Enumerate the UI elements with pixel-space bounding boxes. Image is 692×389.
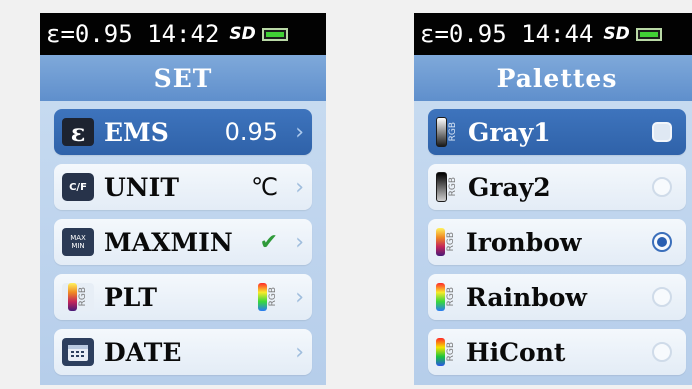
chevron-right-icon: › xyxy=(295,119,304,145)
menu-item-label: PLT xyxy=(104,282,157,312)
calendar-icon xyxy=(62,338,94,366)
chevron-right-icon: › xyxy=(295,174,304,200)
palette-label: HiCont xyxy=(466,337,566,367)
selected-radio[interactable] xyxy=(652,122,672,142)
settings-screen: ε=0.95 14:42 SD SET ε EMS 0.95 › C/F UNI… xyxy=(40,13,326,385)
maxmin-icon-bottom: MIN xyxy=(71,242,85,250)
palette-bar xyxy=(258,283,267,311)
palette-item-rainbow[interactable]: RGB Rainbow xyxy=(428,274,686,320)
page-title: SET xyxy=(40,55,326,101)
battery-icon xyxy=(635,27,662,41)
palette-item-gray2[interactable]: RGB Gray2 xyxy=(428,164,686,210)
palette-item-hicont[interactable]: RGB HiCont xyxy=(428,329,686,375)
current-palette-icon: RGB xyxy=(258,283,278,311)
menu-item-label: MAXMIN xyxy=(104,227,233,257)
rainbow-palette-icon: RGB xyxy=(436,283,456,311)
rgb-tag: RGB xyxy=(448,177,458,197)
radio-button[interactable] xyxy=(652,177,672,197)
menu-item-ems[interactable]: ε EMS 0.95 › xyxy=(54,109,312,155)
palette-label: Gray2 xyxy=(468,172,551,202)
menu-item-maxmin[interactable]: MAX MIN MAXMIN ✔ › xyxy=(54,219,312,265)
palette-bar xyxy=(436,283,445,311)
palette-bar xyxy=(436,172,447,202)
chevron-right-icon: › xyxy=(295,229,304,255)
hicont-palette-icon: RGB xyxy=(436,338,456,366)
palette-item-ironbow[interactable]: RGB Ironbow xyxy=(428,219,686,265)
epsilon-icon: ε xyxy=(62,118,94,147)
palette-label: Gray1 xyxy=(468,117,551,147)
check-icon: ✔ xyxy=(259,229,278,255)
palette-bar xyxy=(68,283,77,311)
palette-item-gray1[interactable]: RGB Gray1 xyxy=(428,109,686,155)
menu-item-unit[interactable]: C/F UNIT ℃ › xyxy=(54,164,312,210)
status-bar: ε=0.95 14:44 SD xyxy=(414,13,692,55)
menu-item-label: EMS xyxy=(104,117,169,147)
battery-icon xyxy=(261,27,288,41)
maxmin-icon: MAX MIN xyxy=(62,228,94,256)
unit-value: ℃ xyxy=(251,173,278,201)
radio-button[interactable] xyxy=(652,342,672,362)
page-title: Palettes xyxy=(414,55,692,101)
rgb-tag: RGB xyxy=(446,342,456,362)
status-bar: ε=0.95 14:42 SD xyxy=(40,13,326,55)
status-text: ε=0.95 14:42 xyxy=(46,20,220,48)
palette-label: Ironbow xyxy=(466,227,582,257)
maxmin-icon-top: MAX xyxy=(70,234,86,242)
palette-bar xyxy=(436,228,445,256)
rgb-tag: RGB xyxy=(446,287,456,307)
menu-item-label: UNIT xyxy=(104,172,179,202)
unit-cf-icon: C/F xyxy=(62,173,94,201)
palettes-menu: RGB Gray1 RGB Gray2 RGB Ironbow RGB Rain… xyxy=(414,101,692,385)
palette-bar xyxy=(436,338,445,366)
menu-item-plt[interactable]: RGB PLT RGB › xyxy=(54,274,312,320)
menu-item-label: DATE xyxy=(104,337,182,367)
palette-bar xyxy=(436,117,447,147)
rgb-tag: RGB xyxy=(448,122,458,142)
rgb-tag: RGB xyxy=(268,287,278,307)
settings-menu: ε EMS 0.95 › C/F UNIT ℃ › MAX MIN MAXMIN… xyxy=(40,101,326,385)
gray2-palette-icon: RGB xyxy=(436,172,458,202)
ironbow-palette-icon: RGB xyxy=(436,228,456,256)
gray1-palette-icon: RGB xyxy=(436,117,458,147)
sd-card-icon: SD xyxy=(603,24,630,44)
chevron-right-icon: › xyxy=(295,339,304,365)
radio-button-checked[interactable] xyxy=(652,232,672,252)
palette-icon: RGB xyxy=(62,283,94,311)
ems-value: 0.95 xyxy=(224,118,278,146)
rgb-tag: RGB xyxy=(446,232,456,252)
status-text: ε=0.95 14:44 xyxy=(420,20,594,48)
radio-button[interactable] xyxy=(652,287,672,307)
rgb-tag: RGB xyxy=(78,287,88,307)
sd-card-icon: SD xyxy=(229,24,256,44)
menu-item-date[interactable]: DATE › xyxy=(54,329,312,375)
palette-label: Rainbow xyxy=(466,282,587,312)
palettes-screen: ε=0.95 14:44 SD Palettes RGB Gray1 RGB G… xyxy=(414,13,692,385)
chevron-right-icon: › xyxy=(295,284,304,310)
